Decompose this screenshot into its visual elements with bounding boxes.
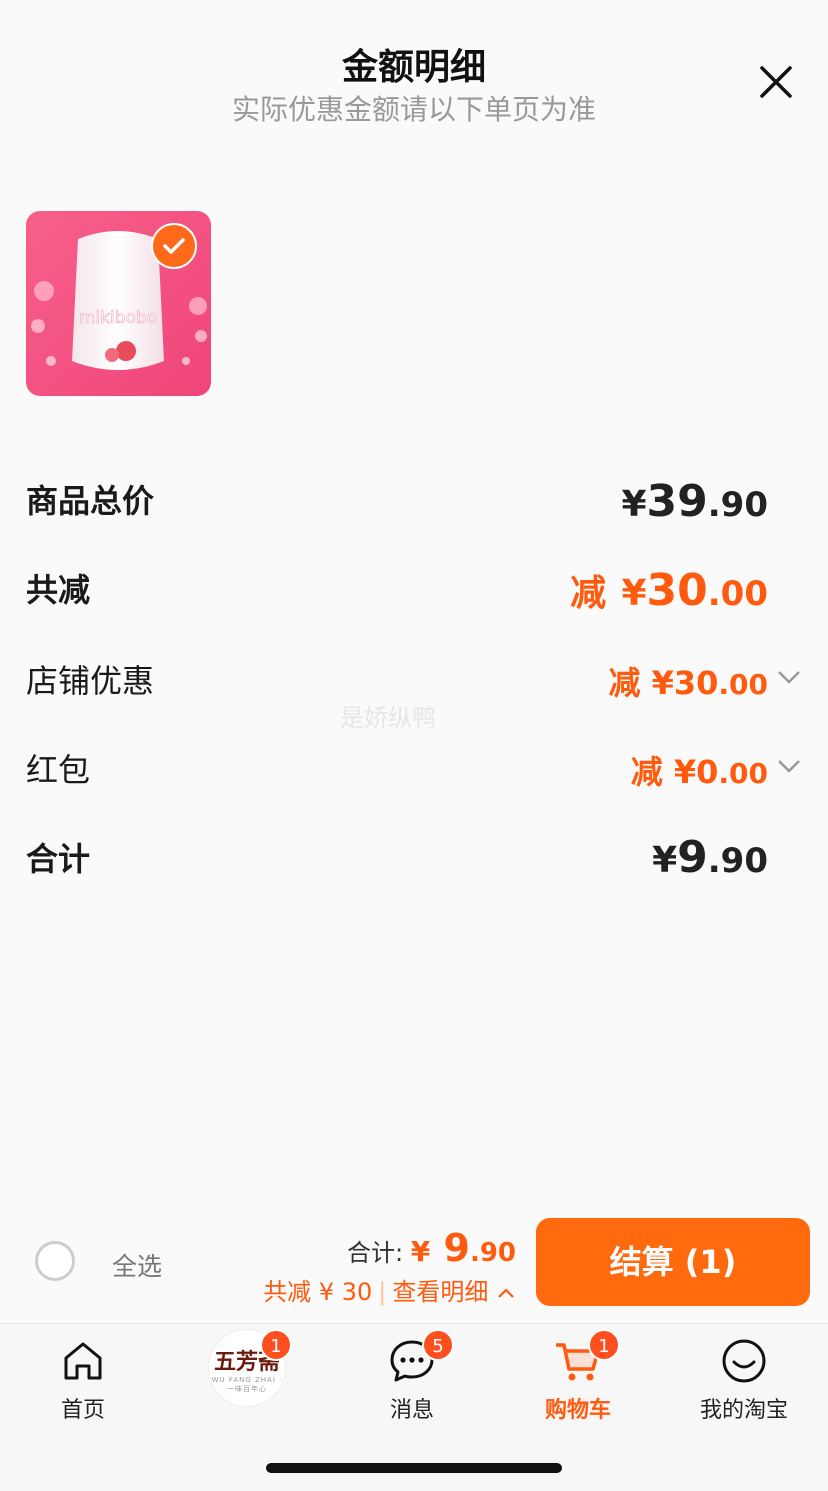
watermark: 是娇纵鸭 [340, 704, 436, 732]
home-indicator[interactable] [266, 1463, 562, 1473]
notification-badge: 1 [260, 1329, 292, 1361]
tab-label: 首页 [60, 1398, 105, 1423]
tab-home[interactable]: 首页 [23, 1336, 143, 1424]
shop-discount-value[interactable]: 减 ¥30.00 [608, 658, 768, 704]
notification-badge: 1 [588, 1329, 620, 1361]
total-reduction-value: 减 ¥30.00 [570, 565, 768, 616]
goods-total-value: ¥39.90 [621, 476, 768, 527]
smile-icon [722, 1339, 766, 1383]
sheet-subtitle: 实际优惠金额请以下单页为准 [231, 93, 596, 126]
view-detail-link[interactable]: 查看明细 [392, 1278, 488, 1306]
home-icon [64, 1342, 102, 1380]
select-all-radio[interactable] [35, 1241, 75, 1281]
tab-label: 消息 [389, 1398, 434, 1423]
total-reduction-label: 共减 [26, 571, 91, 609]
sheet-title: 金额明细 [341, 47, 486, 88]
chevron-down-icon[interactable] [776, 667, 802, 687]
red-packet-label: 红包 [26, 751, 91, 789]
subtotal-value: ¥9.90 [652, 832, 768, 883]
chevron-down-icon[interactable] [776, 756, 802, 776]
checkout-button[interactable]: 结算 (1) [536, 1218, 810, 1306]
checkmark-icon [163, 238, 185, 254]
tab-label: 我的淘宝 [699, 1398, 788, 1423]
subtotal-label: 合计 [26, 840, 91, 878]
amount-detail-sheet: 金额明细 实际优惠金额请以下单页为准 mikibobo 商品总价 ¥39.90 … [0, 0, 828, 1320]
chevron-up-icon[interactable] [496, 1286, 516, 1300]
select-all-label[interactable]: 全选 [112, 1247, 162, 1283]
selected-check-badge[interactable] [151, 223, 197, 269]
tab-my-taobao[interactable]: 我的淘宝 [684, 1336, 804, 1424]
close-button[interactable] [756, 62, 796, 102]
tab-messages[interactable]: 5 消息 [352, 1329, 472, 1424]
close-icon [760, 66, 792, 98]
shop-discount-label: 店铺优惠 [26, 662, 155, 700]
checkout-total: 合计: ¥ 9.90 [347, 1226, 516, 1270]
checkout-reduction: 共减 ¥ 30 | 查看明细 [263, 1272, 516, 1307]
tab-cart[interactable]: 1 购物车 [518, 1329, 638, 1424]
notification-badge: 5 [422, 1329, 454, 1361]
red-packet-value[interactable]: 减 ¥0.00 [631, 747, 768, 793]
goods-total-label: 商品总价 [26, 482, 155, 520]
svg-text:mikibobo: mikibobo [79, 308, 157, 328]
tab-shop[interactable]: 五芳斋 WU FANG ZHAI · 一味百年心 1 [187, 1329, 307, 1412]
tab-label: 购物车 [544, 1398, 611, 1423]
